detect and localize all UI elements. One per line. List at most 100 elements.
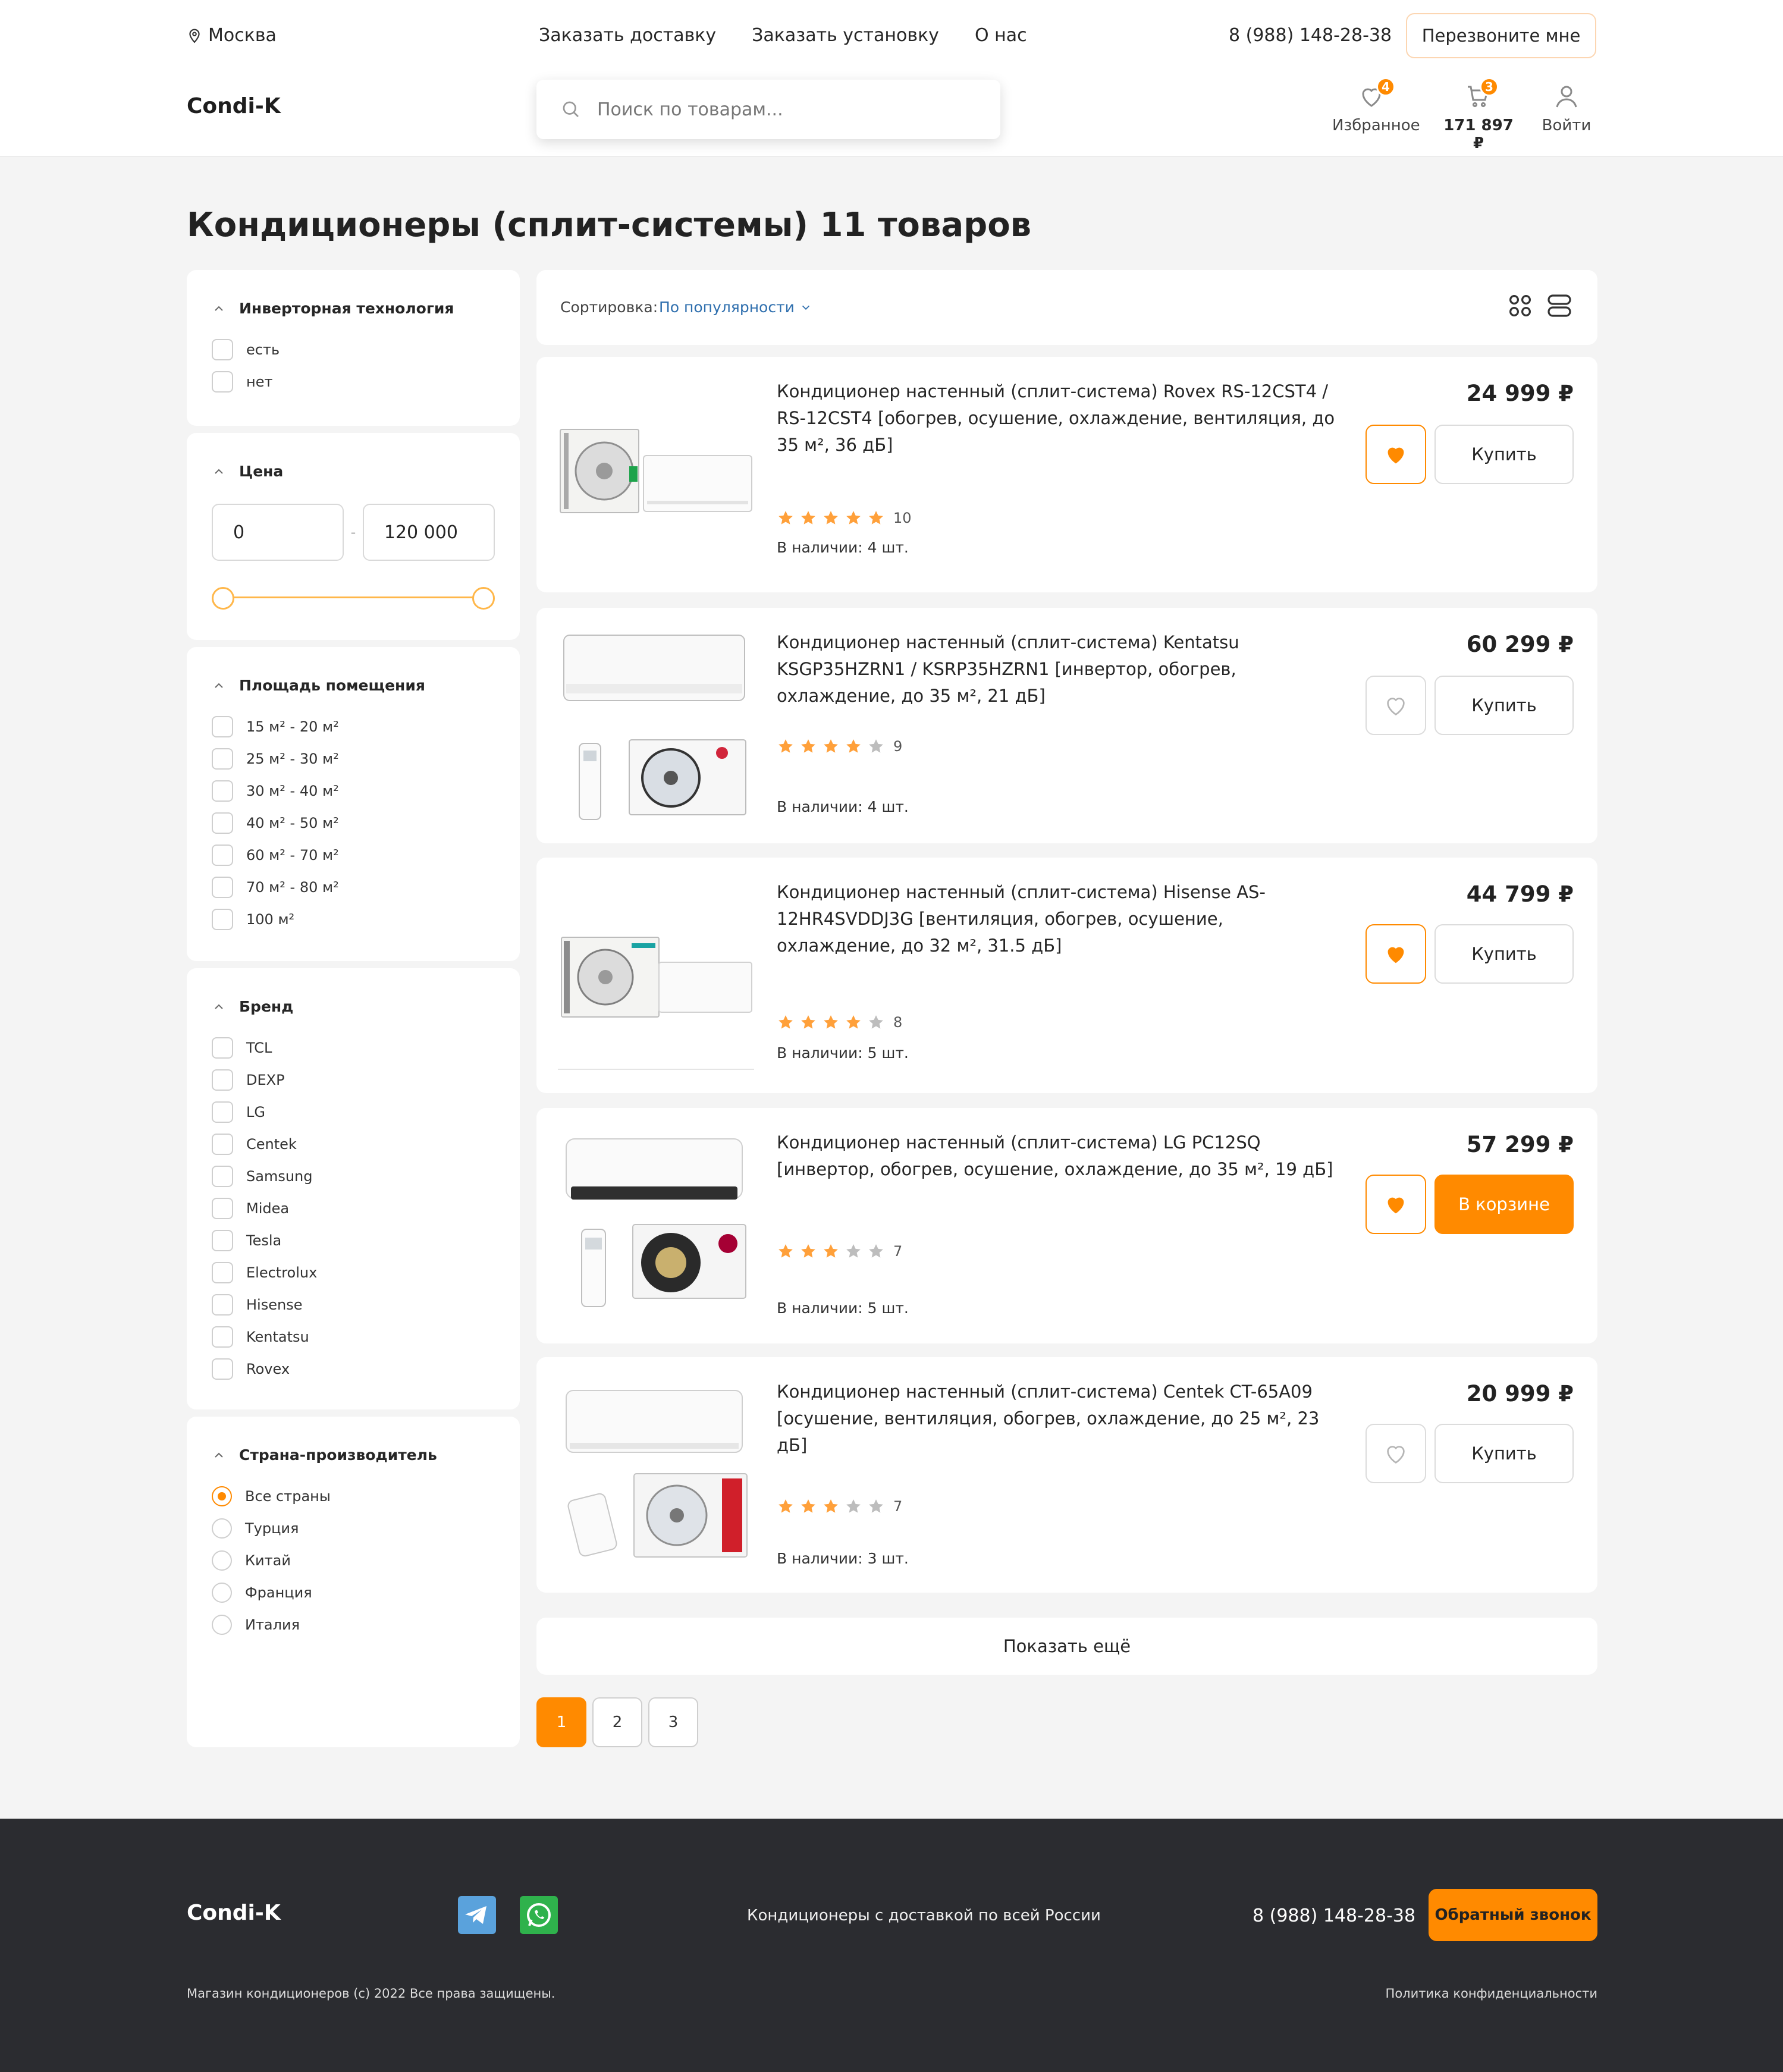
- checkbox[interactable]: [212, 1166, 233, 1187]
- nav-link-delivery[interactable]: Заказать доставку: [539, 25, 716, 46]
- checkbox[interactable]: [212, 748, 233, 770]
- checkbox[interactable]: [212, 909, 233, 930]
- filter-option[interactable]: Samsung: [212, 1160, 495, 1192]
- price-slider-min-handle[interactable]: [212, 587, 234, 610]
- product-image[interactable]: [558, 1129, 754, 1321]
- filter-header[interactable]: Бренд: [212, 998, 495, 1015]
- privacy-link[interactable]: Политика конфиденциальности: [1386, 1986, 1597, 2001]
- nav-link-about[interactable]: О нас: [975, 25, 1027, 46]
- buy-button[interactable]: Купить: [1434, 425, 1574, 484]
- product-title[interactable]: Кондиционер настенный (сплит-система) LG…: [777, 1129, 1336, 1183]
- filter-option[interactable]: 70 м² - 80 м²: [212, 871, 495, 903]
- checkbox[interactable]: [212, 877, 233, 898]
- filter-option[interactable]: LG: [212, 1096, 495, 1128]
- footer-phone[interactable]: 8 (988) 148-28-38: [1253, 1905, 1415, 1926]
- radio-selected[interactable]: [212, 1486, 232, 1506]
- filter-option[interactable]: DEXP: [212, 1064, 495, 1096]
- filter-option[interactable]: 100 м²: [212, 903, 495, 935]
- price-min-input[interactable]: 0: [212, 504, 344, 561]
- callback-button[interactable]: Перезвоните мне: [1406, 13, 1596, 58]
- radio[interactable]: [212, 1615, 232, 1635]
- in-cart-button[interactable]: В корзине: [1434, 1175, 1574, 1234]
- filter-option[interactable]: 15 м² - 20 м²: [212, 711, 495, 743]
- favorite-button[interactable]: [1365, 924, 1426, 984]
- filter-option[interactable]: Турция: [212, 1512, 495, 1544]
- filter-option[interactable]: Hisense: [212, 1289, 495, 1321]
- checkbox[interactable]: [212, 1294, 233, 1316]
- whatsapp-icon[interactable]: [520, 1896, 558, 1934]
- checkbox[interactable]: [212, 1262, 233, 1283]
- list-view-icon[interactable]: [1545, 291, 1574, 320]
- buy-button[interactable]: Купить: [1434, 924, 1574, 984]
- checkbox[interactable]: [212, 339, 233, 360]
- favorite-button[interactable]: [1365, 1175, 1426, 1234]
- filter-option[interactable]: 40 м² - 50 м²: [212, 807, 495, 839]
- checkbox[interactable]: [212, 1326, 233, 1348]
- filter-option[interactable]: 30 м² - 40 м²: [212, 775, 495, 807]
- filter-header[interactable]: Инверторная технология: [212, 300, 495, 317]
- checkbox[interactable]: [212, 1037, 233, 1059]
- checkbox[interactable]: [212, 716, 233, 737]
- price-slider-max-handle[interactable]: [472, 587, 495, 610]
- logo[interactable]: Condi-K: [187, 94, 281, 118]
- radio[interactable]: [212, 1583, 232, 1603]
- filter-option[interactable]: TCL: [212, 1032, 495, 1064]
- checkbox[interactable]: [212, 1358, 233, 1380]
- checkbox[interactable]: [212, 1230, 233, 1251]
- filter-option[interactable]: 60 м² - 70 м²: [212, 839, 495, 871]
- grid-view-icon[interactable]: [1506, 291, 1534, 320]
- telegram-icon[interactable]: [458, 1896, 496, 1934]
- product-title[interactable]: Кондиционер настенный (сплит-система) Hi…: [777, 879, 1336, 959]
- checkbox[interactable]: [212, 1101, 233, 1123]
- footer-callback-button[interactable]: Обратный звонок: [1429, 1889, 1597, 1941]
- product-image[interactable]: [558, 1379, 754, 1570]
- favorite-button[interactable]: [1365, 425, 1426, 484]
- radio[interactable]: [212, 1550, 232, 1571]
- filter-header[interactable]: Цена: [212, 463, 495, 480]
- price-slider[interactable]: [212, 586, 495, 610]
- checkbox[interactable]: [212, 812, 233, 834]
- product-image[interactable]: [558, 378, 754, 570]
- product-image[interactable]: [558, 879, 754, 1070]
- product-title[interactable]: Кондиционер настенный (сплит-система) Ro…: [777, 378, 1336, 459]
- favorites-link[interactable]: 4 Избранное: [1332, 77, 1420, 134]
- filter-option[interactable]: Midea: [212, 1192, 495, 1225]
- login-link[interactable]: Войти: [1537, 77, 1596, 134]
- page-button-current[interactable]: 1: [536, 1697, 586, 1747]
- filter-option[interactable]: нет: [212, 366, 495, 398]
- filter-option[interactable]: Италия: [212, 1609, 495, 1641]
- filter-option[interactable]: 25 м² - 30 м²: [212, 743, 495, 775]
- footer-logo[interactable]: Condi-K: [187, 1901, 281, 1925]
- price-max-input[interactable]: 120 000: [362, 504, 495, 561]
- filter-option[interactable]: есть: [212, 334, 495, 366]
- filter-header[interactable]: Площадь помещения: [212, 677, 495, 694]
- city-selector[interactable]: Москва: [187, 25, 277, 46]
- filter-option[interactable]: Франция: [212, 1577, 495, 1609]
- favorite-button[interactable]: [1365, 1424, 1426, 1483]
- checkbox[interactable]: [212, 845, 233, 866]
- product-title[interactable]: Кондиционер настенный (сплит-система) Ke…: [777, 629, 1336, 709]
- product-title[interactable]: Кондиционер настенный (сплит-система) Ce…: [777, 1379, 1336, 1459]
- show-more-button[interactable]: Показать ещё: [536, 1618, 1597, 1675]
- filter-option[interactable]: Centek: [212, 1128, 495, 1160]
- checkbox[interactable]: [212, 1198, 233, 1219]
- search-input[interactable]: [597, 99, 978, 120]
- checkbox[interactable]: [212, 780, 233, 802]
- checkbox[interactable]: [212, 1134, 233, 1155]
- sort-dropdown[interactable]: По популярности: [659, 299, 812, 316]
- filter-header[interactable]: Страна-производитель: [212, 1446, 495, 1464]
- filter-option[interactable]: Rovex: [212, 1353, 495, 1385]
- filter-option[interactable]: Китай: [212, 1544, 495, 1577]
- radio[interactable]: [212, 1518, 232, 1539]
- checkbox[interactable]: [212, 1069, 233, 1091]
- page-button[interactable]: 2: [592, 1697, 642, 1747]
- checkbox[interactable]: [212, 371, 233, 393]
- buy-button[interactable]: Купить: [1434, 1424, 1574, 1483]
- filter-option[interactable]: Electrolux: [212, 1257, 495, 1289]
- buy-button[interactable]: Купить: [1434, 676, 1574, 735]
- cart-link[interactable]: 3 171 897 ₽: [1437, 77, 1520, 152]
- favorite-button[interactable]: [1365, 676, 1426, 735]
- header-phone[interactable]: 8 (988) 148-28-38: [1229, 25, 1392, 46]
- nav-link-installation[interactable]: Заказать установку: [752, 25, 939, 46]
- filter-option[interactable]: Kentatsu: [212, 1321, 495, 1353]
